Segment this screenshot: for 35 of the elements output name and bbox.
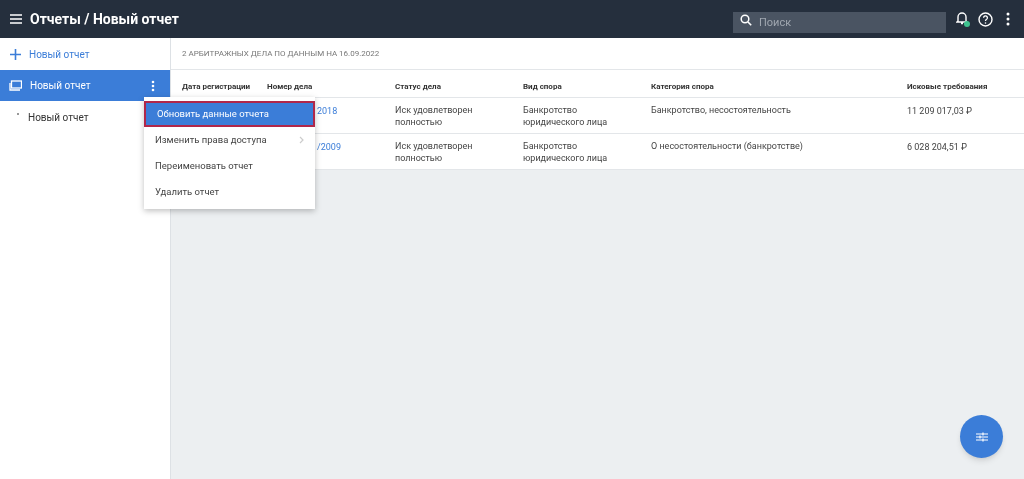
more-icon[interactable] [1006,12,1010,26]
help-icon[interactable] [978,11,993,27]
column-header: Вид спора [523,81,562,91]
menu-item[interactable]: Переименовать отчет [144,153,315,179]
table-cell: Банкротство юридического лица [523,105,608,127]
search-icon [740,13,752,26]
new-report-button[interactable]: Новый отчет [0,38,170,70]
column-header: Категория спора [651,81,714,91]
search-field[interactable]: Поиск [733,11,946,33]
table-cell: 11 209 017,03 ₽ [907,106,973,116]
menu-item[interactable]: Удалить отчет [144,179,315,205]
table-cell: Банкротство юридического лица [523,141,608,163]
table-cell: 6 028 204,51 ₽ [907,142,967,152]
column-header: Статус дела [395,81,441,91]
summary-text: 2 АРБИТРАЖНЫХ ДЕЛА ПО ДАННЫМ НА 16.09.2022 [171,38,1024,70]
folder-icon [9,80,22,91]
menu-icon[interactable] [10,14,22,24]
notifications-button[interactable] [956,11,970,27]
table-cell: Банкротство, несостоятельность [651,105,791,115]
table-cell: О несостоятельности (банкротстве) [651,141,803,151]
column-header: Исковые требования [907,81,988,91]
table-cell: Иск удовлетворен полностью [395,141,473,163]
page-title: Отчеты / Новый отчет [30,9,179,29]
case-number-link[interactable]: 2018 [317,106,338,116]
sidebar-item[interactable]: Новый отчет [0,70,170,101]
plus-icon [10,48,21,60]
bell-icon [956,11,968,25]
column-header: Номер дела [267,81,313,91]
sliders-icon [975,431,988,442]
menu-item[interactable]: Обновить данные отчета [144,101,315,127]
case-number-link[interactable]: /2009 [317,142,341,152]
table-cell: Иск удовлетворен полностью [395,105,473,127]
menu-item[interactable]: Изменить права доступа [144,127,315,153]
filter-button[interactable] [960,415,1003,458]
column-header: Дата регистрации [182,81,251,91]
